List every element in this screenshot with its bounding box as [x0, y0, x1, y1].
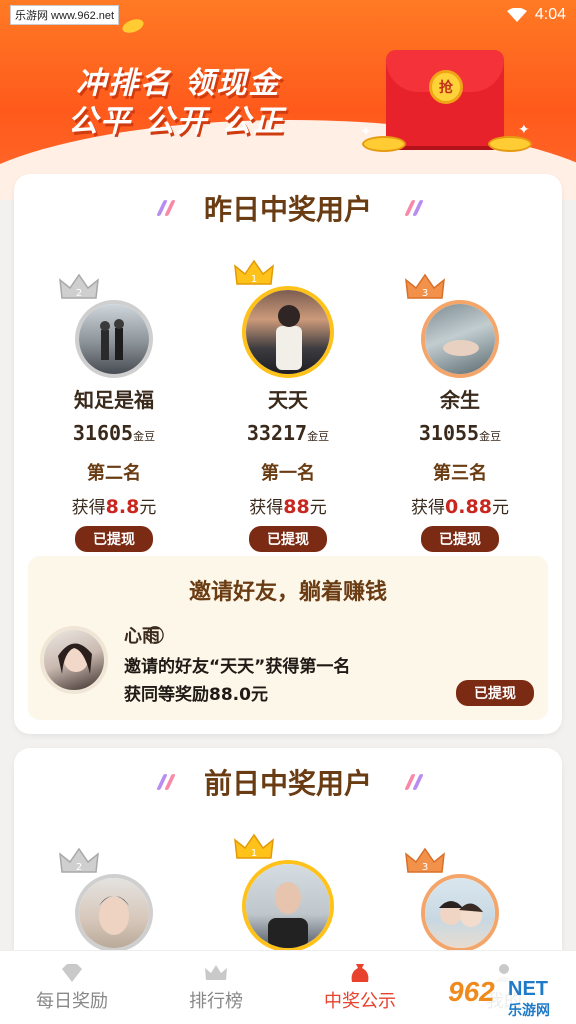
- winner-name: 知足是福: [74, 388, 154, 412]
- winner-first[interactable]: 1: [208, 833, 368, 952]
- yesterday-winners-card: 昨日中奖用户 2 知足是福 31605金豆 第二名 获得8.8元 已提现 1 天…: [14, 174, 562, 734]
- tab-label: 排行榜: [189, 991, 243, 1012]
- coin-stack-icon: [488, 136, 532, 152]
- winner-third[interactable]: 3 余生 31055金豆 第三名 获得0.88元 已提现: [380, 270, 540, 552]
- tab-daily-reward[interactable]: 每日奖励: [0, 951, 144, 1024]
- avatar: [246, 290, 330, 374]
- inviter-name: 心雨 ⃝: [124, 626, 165, 647]
- winner-score: 31055金豆: [418, 421, 502, 445]
- svg-text:3: 3: [422, 288, 428, 299]
- svg-text:2: 2: [76, 288, 82, 299]
- tab-leaderboard[interactable]: 排行榜: [144, 951, 288, 1024]
- section-title: 前日中奖用户: [203, 767, 372, 800]
- money-bag-icon: [351, 964, 369, 982]
- invite-reward-text: 获同等奖励88.0元: [124, 685, 268, 705]
- withdrawn-button[interactable]: 已提现: [75, 526, 153, 552]
- crown-icon: 2: [59, 847, 99, 873]
- title-decoration-icon: [404, 772, 426, 792]
- section-title: 昨日中奖用户: [203, 193, 372, 226]
- svg-text:1: 1: [251, 274, 257, 285]
- prize-text: 获得88元: [249, 496, 327, 518]
- crown-icon: 2: [59, 273, 99, 299]
- crown-icon: 3: [405, 847, 445, 873]
- crown-icon: 1: [234, 259, 274, 285]
- avatar: [246, 864, 330, 948]
- winner-score: 33217金豆: [246, 421, 330, 445]
- winner-name: 天天: [268, 388, 308, 412]
- status-bar: 乐游网 www.962.net 4:04: [0, 0, 576, 30]
- diamond-icon: [62, 964, 82, 982]
- red-packet-coin: 抢: [429, 70, 463, 104]
- site-watermark: 乐游网 www.962.net: [10, 5, 120, 25]
- avatar: [425, 304, 495, 374]
- tab-label: 每日奖励: [36, 991, 108, 1012]
- avatar: [79, 878, 149, 948]
- red-packet-icon: 抢: [386, 50, 504, 146]
- avatar: [79, 304, 149, 374]
- winner-third[interactable]: 3: [380, 844, 540, 952]
- prize-text: 获得0.88元: [411, 496, 509, 518]
- invite-title: 邀请好友，躺着赚钱: [188, 580, 387, 605]
- avatar: [40, 626, 108, 694]
- prize-text: 获得8.8元: [71, 496, 157, 518]
- tab-label: 中奖公示: [324, 991, 396, 1012]
- svg-text:3: 3: [422, 862, 428, 873]
- title-decoration-icon: [404, 198, 426, 218]
- svg-text:2: 2: [76, 862, 82, 873]
- rank-label: 第一名: [261, 463, 315, 484]
- winner-name: 余生: [440, 388, 480, 412]
- withdrawn-button[interactable]: 已提现: [456, 680, 534, 706]
- svg-text:1: 1: [251, 848, 257, 859]
- rank-label: 第二名: [87, 463, 141, 484]
- invite-message: 邀请的好友“天天”获得第一名: [124, 657, 351, 677]
- rank-label: 第三名: [433, 463, 487, 484]
- withdrawn-button[interactable]: 已提现: [421, 526, 499, 552]
- tab-winner-announcement[interactable]: 中奖公示: [288, 951, 432, 1024]
- winner-second[interactable]: 2: [34, 844, 194, 952]
- sparkle-icon: ✦: [360, 124, 372, 140]
- avatar: [425, 878, 495, 948]
- sparkle-icon: ✦: [518, 122, 530, 138]
- clock: 4:04: [534, 6, 566, 23]
- crown-icon: 3: [405, 273, 445, 299]
- site-logo-watermark: 962 NET 乐游网: [442, 974, 572, 1022]
- winner-first[interactable]: 1 天天 33217金豆 第一名 获得88元 已提现: [208, 259, 368, 552]
- winner-second[interactable]: 2 知足是福 31605金豆 第二名 获得8.8元 已提现: [34, 270, 194, 552]
- crown-icon: [205, 965, 227, 980]
- wifi-icon: [506, 8, 527, 22]
- invite-reward-box: 邀请好友，躺着赚钱 心雨 ⃝ 邀请的好友“天天”获得第一名 获同等奖励88.0元…: [28, 556, 548, 720]
- winner-score: 31605金豆: [72, 421, 156, 445]
- promo-banner: 冲排名 领现金 公平 公开 公正 抢 ✦ ✦: [0, 0, 576, 200]
- withdrawn-button[interactable]: 已提现: [249, 526, 327, 552]
- crown-icon: 1: [234, 833, 274, 859]
- banner-slogan-2: 公平 公开 公正: [68, 104, 285, 139]
